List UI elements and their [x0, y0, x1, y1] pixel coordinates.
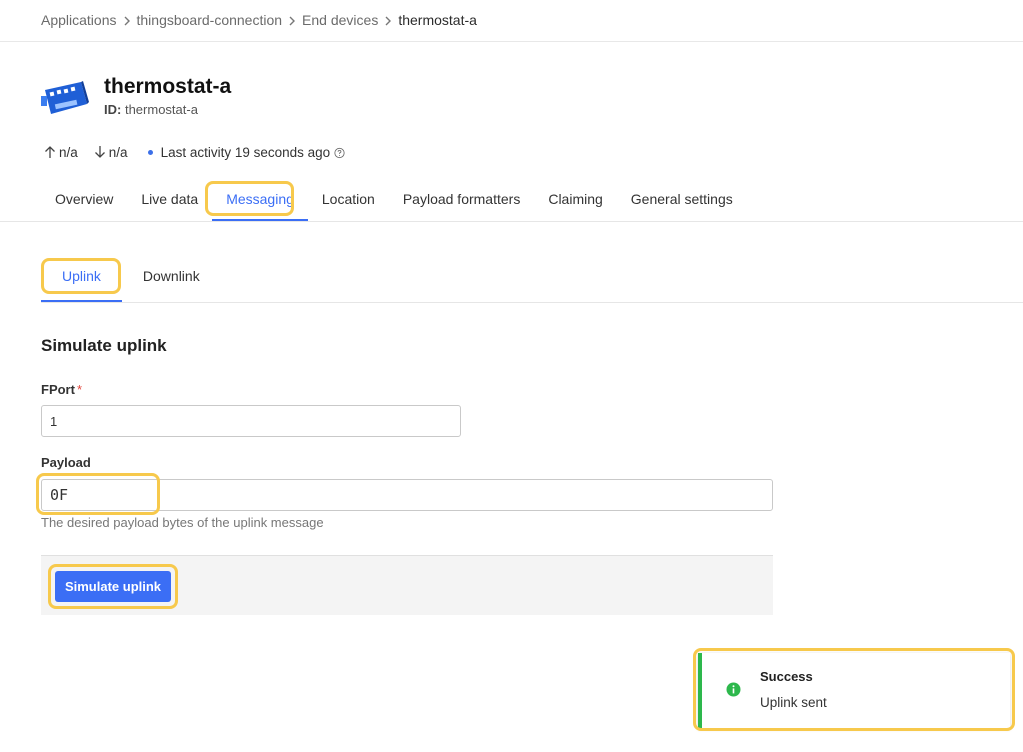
- tab-claiming[interactable]: Claiming: [534, 184, 616, 222]
- fport-input-value: 1: [50, 413, 58, 429]
- device-id-value: thermostat-a: [124, 102, 198, 117]
- breadcrumb: Applications thingsboard-connection End …: [41, 11, 477, 29]
- success-toast: Success Uplink sent: [698, 653, 1010, 728]
- fport-label-text: FPort: [41, 382, 75, 397]
- tab-messaging[interactable]: Messaging: [212, 184, 308, 222]
- tab-live-data[interactable]: Live data: [127, 184, 212, 222]
- device-id-label: ID:: [104, 102, 122, 117]
- arrow-up-icon: [45, 146, 55, 158]
- section-title: Simulate uplink: [41, 336, 167, 355]
- tabs-divider: [0, 221, 1023, 222]
- device-icon: [41, 78, 91, 118]
- fport-label: FPort *: [41, 382, 82, 397]
- downlink-count: n/a: [93, 145, 128, 160]
- tab-overview[interactable]: Overview: [41, 184, 127, 222]
- toast-message: Uplink sent: [760, 695, 827, 710]
- payload-hint: The desired payload bytes of the uplink …: [41, 515, 324, 530]
- help-circle-icon[interactable]: [334, 146, 347, 159]
- device-tabs: Overview Live data Messaging Location Pa…: [41, 184, 747, 222]
- payload-input-value: 0F: [50, 486, 69, 504]
- chevron-right-icon: [117, 12, 137, 28]
- info-circle-icon: [726, 682, 741, 697]
- downlink-count-value: n/a: [108, 144, 128, 160]
- subtabs-divider: [41, 302, 1023, 303]
- device-id: ID: thermostat-a: [104, 102, 198, 117]
- breadcrumb-end-devices[interactable]: End devices: [302, 12, 378, 28]
- last-activity-text: Last activity 19 seconds ago: [160, 144, 331, 160]
- breadcrumb-application[interactable]: thingsboard-connection: [137, 12, 283, 28]
- status-dot: [147, 149, 153, 155]
- payload-label: Payload: [41, 455, 91, 470]
- last-activity: Last activity 19 seconds ago: [143, 145, 348, 160]
- tab-uplink[interactable]: Uplink: [41, 261, 122, 303]
- required-marker: *: [76, 382, 83, 397]
- toast-title: Success: [760, 669, 813, 684]
- arrow-down-icon: [94, 146, 105, 158]
- tab-location[interactable]: Location: [308, 184, 389, 222]
- breadcrumb-applications[interactable]: Applications: [41, 12, 117, 28]
- form-actions: Simulate uplink: [41, 555, 773, 615]
- chevron-right-icon: [378, 12, 398, 28]
- simulate-uplink-button[interactable]: Simulate uplink: [55, 571, 171, 602]
- device-title: thermostat-a: [104, 75, 232, 98]
- messaging-subtabs: Uplink Downlink: [41, 261, 221, 303]
- uplink-count-value: n/a: [59, 144, 78, 160]
- tab-payload-formatters[interactable]: Payload formatters: [389, 184, 535, 222]
- tab-downlink[interactable]: Downlink: [122, 261, 221, 303]
- breadcrumb-current-device: thermostat-a: [398, 12, 477, 28]
- uplink-count: n/a: [43, 145, 78, 160]
- header-divider: [0, 41, 1023, 42]
- chevron-right-icon: [282, 12, 302, 28]
- payload-input[interactable]: 0F: [41, 479, 773, 511]
- fport-input[interactable]: 1: [41, 405, 461, 437]
- device-stats: n/a n/a Last activity 19 seconds ago: [43, 143, 347, 161]
- tab-general-settings[interactable]: General settings: [617, 184, 747, 222]
